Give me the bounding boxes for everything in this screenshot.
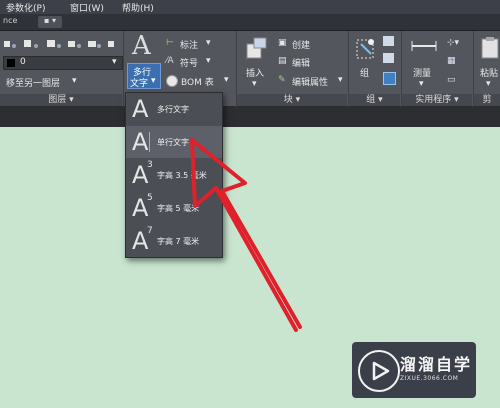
watermark-title: 溜溜自学 (400, 355, 473, 374)
watermark-url: ZIXUE.3066.COM (400, 375, 459, 382)
watermark-logo: 溜溜自学 ZIXUE.3066.COM (352, 342, 476, 398)
play-icon (358, 350, 400, 392)
